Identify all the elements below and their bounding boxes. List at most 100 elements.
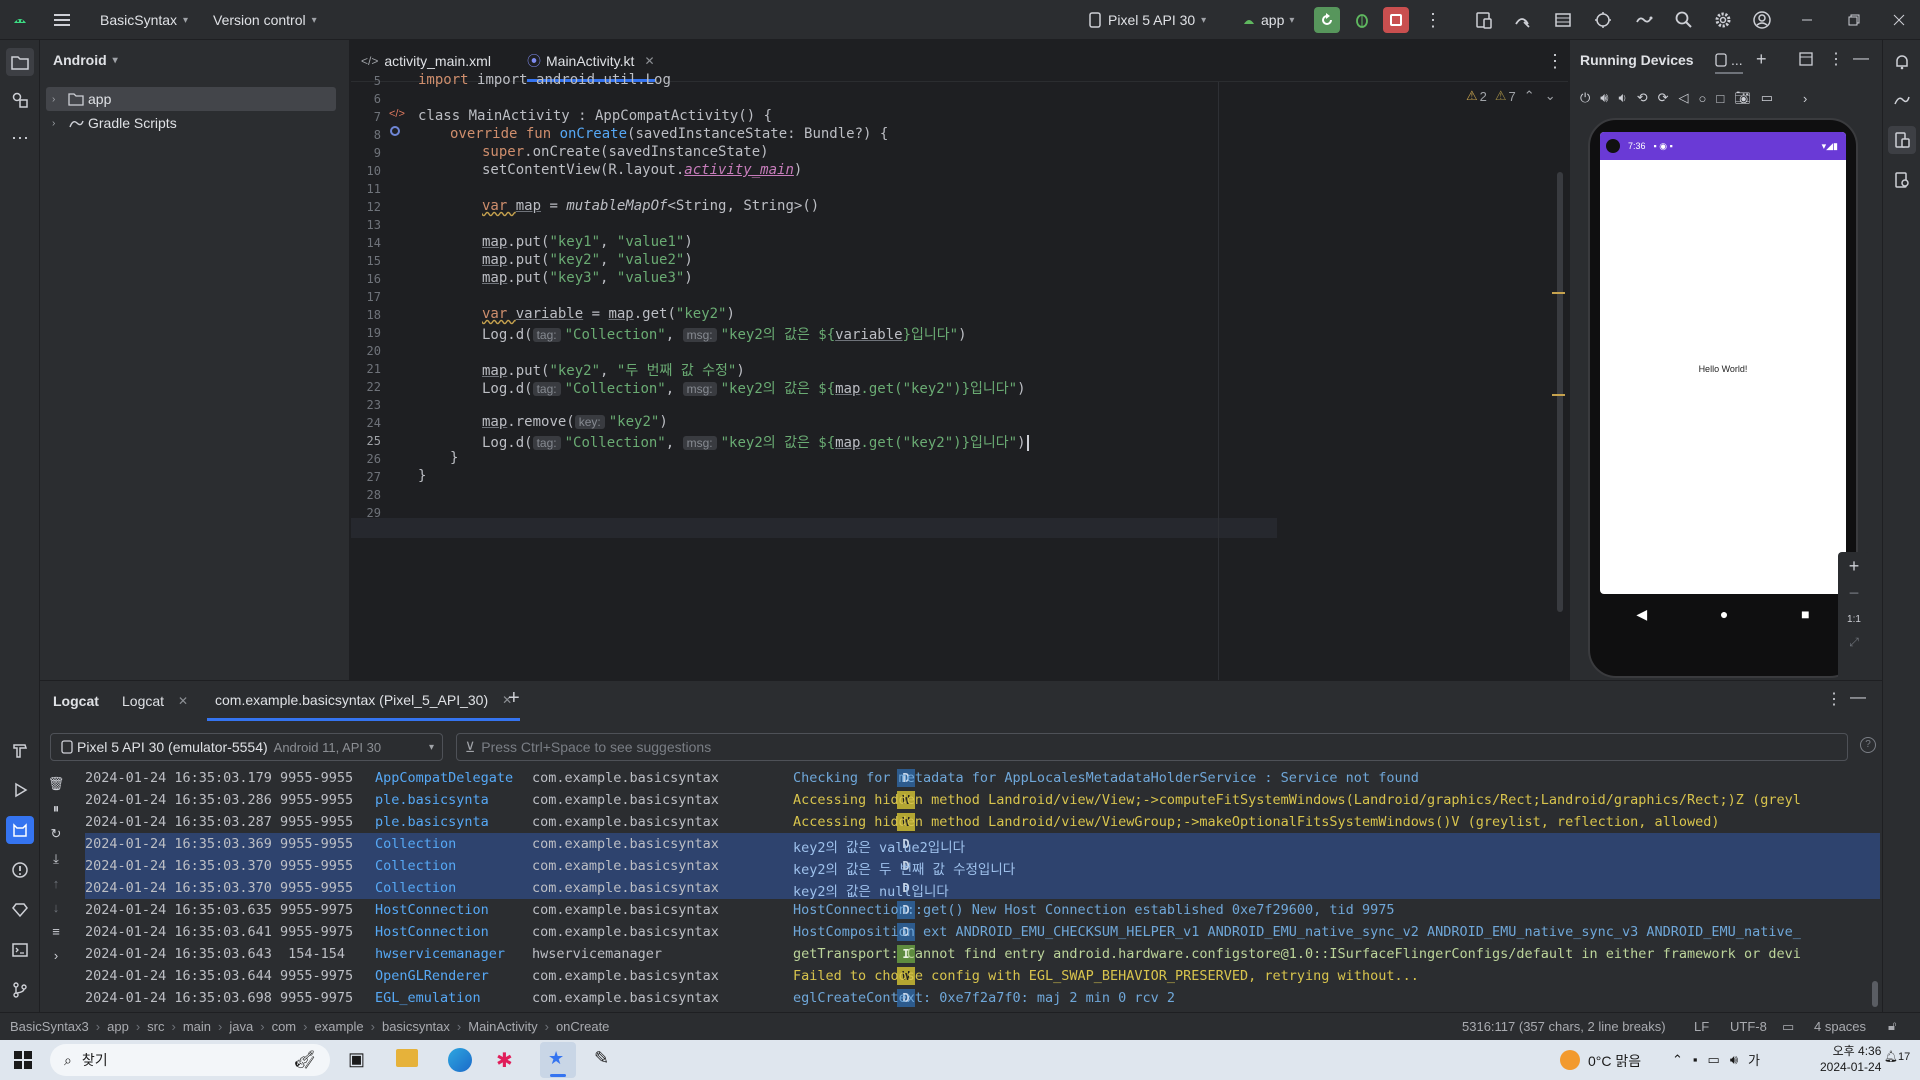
- readonly-toggle-icon[interactable]: ▭: [1782, 1019, 1794, 1035]
- expand-icon[interactable]: ›: [54, 948, 58, 963]
- tab-options-icon[interactable]: ⋮: [1546, 40, 1564, 82]
- logcat-row[interactable]: 2024-01-24 16:35:03.370 9955-9955 Collecti…: [85, 855, 1880, 878]
- logcat-row[interactable]: 2024-01-24 16:35:03.635 9955-9975 HostConn…: [85, 899, 1880, 921]
- settings-gear-icon[interactable]: [1713, 0, 1733, 40]
- logcat-row[interactable]: 2024-01-24 16:35:03.286 9955-9955 ple.basi…: [85, 789, 1880, 811]
- project-selector[interactable]: BasicSyntax ▾: [100, 0, 188, 40]
- slack-icon[interactable]: ✱: [496, 1048, 513, 1073]
- task-view-icon[interactable]: ▣: [348, 1049, 365, 1070]
- camera-icon[interactable]: ▪: [1693, 1052, 1698, 1067]
- scroll-to-end-icon[interactable]: ⤓: [53, 851, 59, 867]
- zoom-actual-size[interactable]: 1:1: [1847, 614, 1861, 625]
- nav-recents-icon[interactable]: ■: [1801, 606, 1809, 622]
- logcat-row[interactable]: 2024-01-24 16:35:03.643 154-154 hwservic…: [85, 943, 1880, 965]
- hide-logcat-icon[interactable]: —: [1850, 689, 1866, 707]
- android-studio-logo[interactable]: [10, 0, 30, 40]
- more-device-actions-icon[interactable]: ›: [1803, 91, 1807, 106]
- device-dropdown[interactable]: Pixel 5 API 30 (emulator-5554) Android 1…: [50, 733, 443, 761]
- logcat-tab-1[interactable]: Logcat ✕: [122, 693, 188, 709]
- problems-tool-button[interactable]: [6, 856, 34, 884]
- weather-text[interactable]: 0°C 맑음: [1588, 1051, 1641, 1071]
- vcs-selector[interactable]: Version control ▾: [213, 0, 317, 40]
- terminal-tool-button[interactable]: [6, 936, 34, 964]
- logcat-row[interactable]: 2024-01-24 16:35:03.641 9955-9975 HostConn…: [85, 921, 1880, 943]
- record-icon[interactable]: ▭: [1761, 90, 1773, 106]
- logcat-scrollbar[interactable]: [1872, 981, 1878, 1007]
- restart-icon[interactable]: ↻: [51, 826, 62, 842]
- pause-icon[interactable]: ⏸︎: [53, 801, 60, 817]
- nav-home-icon[interactable]: ●: [1720, 606, 1728, 622]
- logcat-filter-input[interactable]: ⊻ Press Ctrl+Space to see suggestions: [456, 733, 1848, 761]
- breadcrumb-item[interactable]: src: [147, 1019, 164, 1034]
- gradle-tool-icon[interactable]: [1888, 86, 1916, 114]
- line-separator[interactable]: LF: [1694, 1019, 1709, 1034]
- network-icon[interactable]: ▭: [1708, 1052, 1720, 1068]
- zoom-in-icon[interactable]: +: [1849, 556, 1860, 577]
- inspection-widget[interactable]: ⚠ 2 ⚠ 7 ⌃ ⌄: [1466, 88, 1556, 104]
- run-tool-button[interactable]: [6, 776, 34, 804]
- main-menu-icon[interactable]: [52, 0, 72, 40]
- git-tool-button[interactable]: [6, 976, 34, 1004]
- gradle-sync-icon[interactable]: [1634, 0, 1654, 40]
- hide-pane-icon[interactable]: —: [1853, 50, 1869, 68]
- running-devices-tool-icon[interactable]: [1888, 126, 1916, 154]
- search-icon[interactable]: [1674, 0, 1694, 40]
- file-explorer-icon[interactable]: [396, 1049, 418, 1067]
- app-inspection-icon[interactable]: [1593, 0, 1613, 40]
- breadcrumb-item[interactable]: onCreate: [556, 1019, 609, 1034]
- clock[interactable]: 오후 4:36 2024-01-24: [1820, 1043, 1881, 1075]
- logcat-row[interactable]: 2024-01-24 16:35:03.179 9955-9955 AppCompa…: [85, 767, 1880, 789]
- class-marker-icon[interactable]: </>: [389, 108, 405, 120]
- logcat-options-icon[interactable]: ⋮: [1826, 689, 1842, 709]
- fit-screen-icon[interactable]: ⤢: [1849, 635, 1859, 650]
- minimize-window-icon[interactable]: [1800, 0, 1814, 40]
- home-icon[interactable]: ○: [1699, 91, 1707, 106]
- ime-indicator[interactable]: 가: [1748, 1050, 1760, 1069]
- breadcrumb-item[interactable]: app: [107, 1019, 129, 1034]
- editor-scrollbar[interactable]: [1557, 172, 1563, 612]
- account-icon[interactable]: [1752, 0, 1772, 40]
- previous-highlight-icon[interactable]: ⌃: [1524, 88, 1535, 104]
- rerun-button[interactable]: [1314, 0, 1340, 40]
- tray-chevron-icon[interactable]: ⌃: [1672, 1052, 1683, 1068]
- rotate-left-icon[interactable]: ⟲: [1637, 90, 1648, 106]
- project-tool-button[interactable]: [6, 48, 34, 76]
- new-tab-icon[interactable]: +: [508, 687, 520, 710]
- up-arrow-icon[interactable]: ↑: [53, 876, 60, 891]
- lock-icon[interactable]: 🔓︎: [1888, 1018, 1896, 1034]
- warning-stripe-marker[interactable]: [1552, 292, 1565, 294]
- logcat-row[interactable]: 2024-01-24 16:35:03.287 9955-9955 ple.basi…: [85, 811, 1880, 833]
- windows-start-icon[interactable]: [14, 1051, 32, 1072]
- breadcrumb-item[interactable]: BasicSyntax3: [10, 1019, 89, 1034]
- more-actions-icon[interactable]: ⋮: [1424, 0, 1442, 40]
- rotate-right-icon[interactable]: ⟳: [1658, 90, 1669, 106]
- run-config-selector[interactable]: app ▾: [1242, 0, 1294, 40]
- resource-manager-button[interactable]: [6, 86, 34, 114]
- close-tab-icon[interactable]: ✕: [644, 54, 654, 68]
- power-icon[interactable]: ⏻: [1580, 90, 1590, 106]
- file-encoding[interactable]: UTF-8: [1730, 1019, 1767, 1034]
- device-selector[interactable]: Pixel 5 API 30 ▾: [1088, 0, 1206, 40]
- restore-window-icon[interactable]: [1847, 0, 1861, 40]
- volume-icon[interactable]: 🔊︎: [1730, 1052, 1738, 1068]
- close-window-icon[interactable]: [1892, 0, 1906, 40]
- project-view-selector[interactable]: Android ▾: [53, 52, 118, 68]
- notifications-icon[interactable]: [1888, 48, 1916, 76]
- soft-wrap-icon[interactable]: ≡: [52, 924, 60, 939]
- zoom-out-icon[interactable]: −: [1849, 583, 1860, 604]
- tree-item-app[interactable]: › app: [46, 87, 336, 111]
- override-marker-icon[interactable]: [390, 126, 400, 136]
- caret-position[interactable]: 5316:117 (357 chars, 2 line breaks): [1462, 1019, 1666, 1034]
- help-icon[interactable]: ?: [1860, 737, 1876, 753]
- logcat-row[interactable]: 2024-01-24 16:35:03.644 9955-9975 OpenGLRe…: [85, 965, 1880, 987]
- screenshot-icon[interactable]: 📷︎: [1734, 90, 1751, 106]
- logcat-row[interactable]: 2024-01-24 16:35:03.698 9955-9975 EGL_emul…: [85, 987, 1880, 1009]
- breadcrumb-item[interactable]: com: [272, 1019, 297, 1034]
- logcat-row[interactable]: 2024-01-24 16:35:03.369 9955-9955 Collecti…: [85, 833, 1880, 856]
- device-tab[interactable]: ...: [1715, 52, 1743, 74]
- debug-button[interactable]: [1352, 0, 1372, 40]
- volume-up-icon[interactable]: 🔊︎: [1600, 90, 1608, 106]
- close-tab-icon[interactable]: ✕: [178, 694, 188, 708]
- logcat-tool-button[interactable]: [6, 816, 34, 844]
- breadcrumb-item[interactable]: MainActivity: [468, 1019, 537, 1034]
